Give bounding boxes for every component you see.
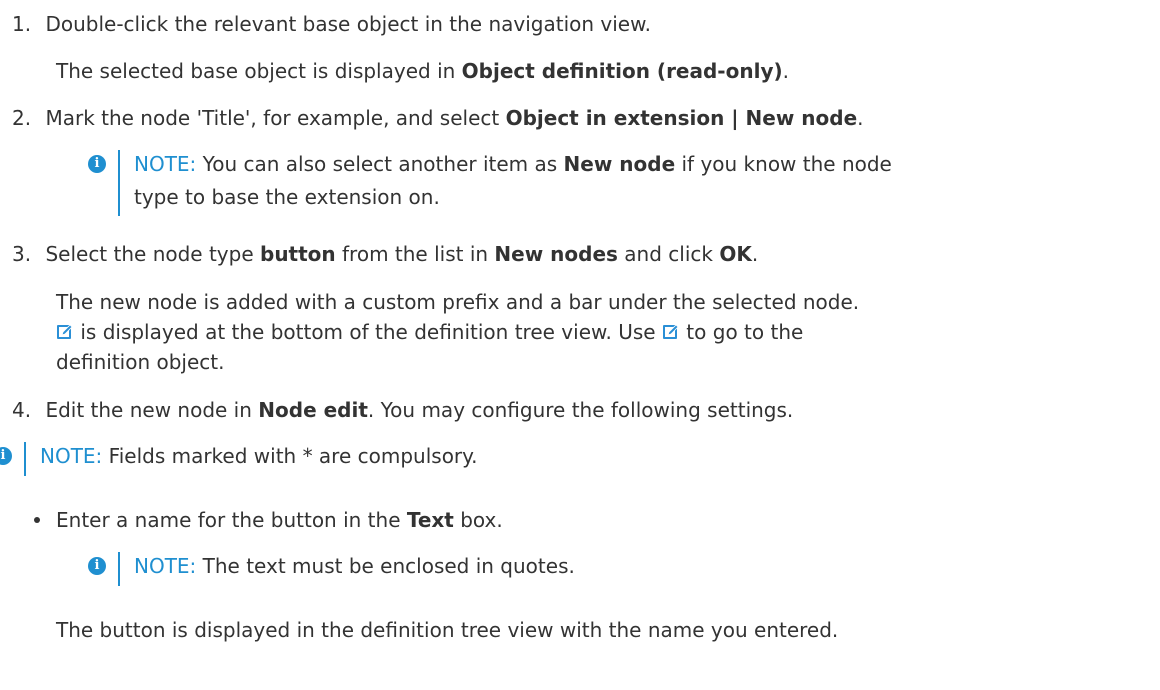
note-bar: [118, 552, 120, 586]
note-bar: [118, 150, 120, 216]
note-text-line2: type to base the extension on.: [134, 185, 440, 209]
step-number: 3.: [12, 242, 32, 266]
step-number: 1.: [12, 12, 32, 36]
note-label: NOTE:: [134, 152, 197, 176]
ui-term: Object in extension | New node: [505, 106, 858, 130]
step-4: 4. Edit the new node in Node edit. You m…: [12, 396, 793, 424]
ui-term: Text: [406, 508, 454, 532]
ui-term: Node edit: [258, 398, 368, 422]
note-label: NOTE:: [40, 444, 103, 468]
step-text: Edit the new node in Node edit. You may …: [45, 398, 794, 422]
note-bar: [24, 442, 26, 476]
step-text: Double-click the relevant base object in…: [45, 12, 651, 36]
ui-term: button: [260, 242, 336, 266]
final-text: The button is displayed in the definitio…: [56, 618, 839, 642]
step-3-result-line3: definition object.: [56, 350, 225, 374]
step-3-result-line2: is displayed at the bottom of the defini…: [56, 318, 803, 346]
note-callout: i NOTE: The text must be enclosed in quo…: [88, 552, 788, 586]
result-text: .: [782, 59, 789, 83]
ui-term: OK: [719, 242, 752, 266]
ui-term: New nodes: [494, 242, 618, 266]
ui-term: Object definition (read-only): [461, 59, 783, 83]
note-text: NOTE: You can also select another item a…: [134, 152, 892, 176]
note-label: NOTE:: [134, 554, 197, 578]
step-3-result-line1: The new node is added with a custom pref…: [56, 290, 860, 314]
edit-icon: [57, 324, 73, 339]
note-callout: i NOTE: You can also select another item…: [88, 150, 892, 216]
note-text: NOTE: The text must be enclosed in quote…: [134, 554, 575, 578]
step-number: 4.: [12, 398, 32, 422]
bullet-dot: [34, 517, 40, 523]
step-text: Mark the node 'Title', for example, and …: [45, 106, 864, 130]
bullet-item: Enter a name for the button in the Text …: [56, 508, 503, 532]
info-icon: i: [88, 155, 106, 173]
info-icon: i: [0, 447, 12, 465]
edit-icon: [662, 324, 679, 339]
step-1-result: The selected base object is displayed in…: [56, 57, 789, 85]
note-callout: i NOTE: Fields marked with * are compuls…: [0, 442, 700, 476]
result-text: The selected base object is displayed in: [56, 59, 462, 83]
step-text: Select the node type button from the lis…: [45, 242, 759, 266]
info-icon: i: [88, 557, 106, 575]
step-1: 1. Double-click the relevant base object…: [12, 10, 651, 38]
step-number: 2.: [12, 106, 32, 130]
ui-term: New node: [563, 152, 676, 176]
note-text: NOTE: Fields marked with * are compulsor…: [40, 444, 478, 468]
step-2: 2. Mark the node 'Title', for example, a…: [12, 104, 864, 132]
step-3: 3. Select the node type button from the …: [12, 240, 758, 268]
